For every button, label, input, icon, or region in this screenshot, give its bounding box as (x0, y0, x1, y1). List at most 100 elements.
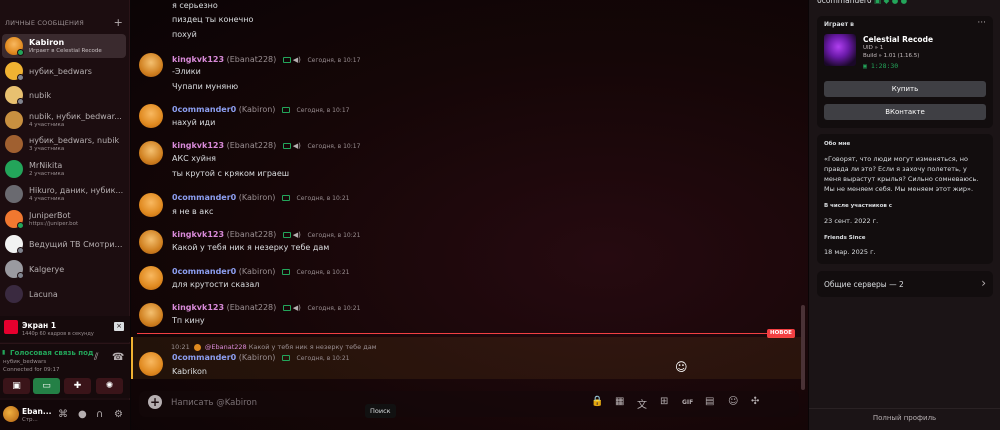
author-name[interactable]: 0commander0 (172, 267, 236, 276)
author-name[interactable]: kingkvk123 (172, 55, 224, 64)
calendar-icon[interactable]: ▦ (615, 396, 624, 407)
message-text: Kabrikon (172, 367, 207, 376)
dm-item[interactable]: MrNikita 2 участника (2, 157, 126, 181)
gift-icon[interactable]: ⊞ (660, 396, 668, 407)
dm-item[interactable]: nubik (2, 83, 126, 107)
dm-item-kabiron[interactable]: Kabiron Играет в Celestial Recode (2, 34, 126, 58)
profile-username: 0commander0 (817, 0, 872, 5)
activity-label: Играет в (824, 21, 854, 28)
author-name[interactable]: 0commander0 (172, 105, 236, 114)
message-text: АКС хуйня (172, 154, 216, 163)
noise-suppression-icon[interactable]: ⫽ (94, 352, 98, 363)
status-dot (17, 74, 24, 81)
apps-icon[interactable]: ✣ (751, 396, 759, 407)
attach-plus-icon[interactable]: + (148, 395, 162, 409)
author-avatar[interactable] (139, 141, 163, 165)
user-panel: Eban... Стр... ⌘ ● ∩ ⚙ (0, 400, 130, 430)
speaker-icon: ◀) (292, 304, 301, 312)
voice-channel: нубик_bedwars (3, 359, 47, 365)
author-avatar[interactable] (139, 104, 163, 128)
message-text: Чупапи муняню (172, 82, 239, 91)
dm-item[interactable]: Hikuro, даник, нубик... 4 участника (2, 182, 126, 206)
buy-button[interactable]: Купить (824, 81, 986, 97)
author-name[interactable]: 0commander0 (172, 193, 236, 202)
author-avatar[interactable] (139, 53, 163, 77)
member-since-value: 23 сент. 2022 г. (824, 217, 879, 225)
friends-since-label: Friends Since (824, 235, 866, 241)
author-name[interactable]: 0commander0 (172, 353, 236, 362)
dm-item[interactable]: JuniperBot https://juniper.bot (2, 207, 126, 231)
author-avatar[interactable] (139, 266, 163, 290)
author-avatar[interactable] (139, 303, 163, 327)
user-avatar[interactable] (3, 406, 19, 422)
settings-gear-icon[interactable]: ⚙ (114, 409, 123, 420)
camera-button[interactable]: ▣ (3, 378, 30, 394)
chat-scrollbar[interactable] (801, 305, 805, 390)
message-composer[interactable]: + Написать @Kabiron 🔒 ▦ 文 ⊞ GIF ▤ ☺ ✣ (139, 391, 799, 417)
streaming-icon (282, 231, 291, 238)
dm-item[interactable]: Lacuna (2, 282, 126, 306)
author-name[interactable]: kingkvk123 (172, 230, 224, 239)
dm-item[interactable]: nubik, нубик_bedwar... 4 участника (2, 108, 126, 132)
avatar (5, 285, 23, 303)
game-build: Build » 1.01 (1.16.5) (863, 53, 920, 59)
author-nick: (Ebanat228) (226, 55, 277, 64)
voice-info: нубик_bedwars Connected for 09:17 (3, 358, 93, 374)
gamepad-icon[interactable]: ⌘ (58, 409, 68, 420)
headphones-icon[interactable]: ∩ (96, 409, 103, 420)
dm-item[interactable]: нубик_bedwars (2, 59, 126, 83)
timestamp: Сегодня, в 10:21 (307, 305, 361, 312)
streaming-icon (282, 304, 291, 311)
activities-button[interactable]: ✚ (64, 378, 91, 394)
message-text: я не в акс (172, 207, 214, 216)
game-uid: UID » 1 (863, 45, 884, 51)
full-profile-button[interactable]: Полный профиль (809, 408, 1000, 422)
dm-subtext: https://juniper.bot (29, 221, 79, 227)
dm-item[interactable]: Ведущий ТВ Смотрит... (2, 232, 126, 256)
add-dm-icon[interactable]: + (114, 16, 123, 29)
search-tooltip: Поиск (365, 404, 396, 418)
elapsed-time: 1:28:30 (870, 62, 899, 70)
game-name: Celestial Recode (863, 35, 934, 44)
mutual-servers-row[interactable]: Общие серверы — 2 › (817, 271, 993, 297)
dm-name: нубик_bedwars, nubik (29, 136, 120, 145)
lock-icon[interactable]: 🔒 (591, 396, 603, 407)
dm-name: Lacuna (29, 290, 58, 299)
dm-name: Ведущий ТВ Смотрит... (29, 240, 125, 249)
microphone-icon[interactable]: ● (78, 409, 87, 420)
signal-icon[interactable]: ▮ (2, 349, 5, 356)
more-options-icon[interactable]: ··· (977, 18, 986, 28)
status-dot (17, 247, 24, 254)
dm-item[interactable]: Kalgerye (2, 257, 126, 281)
author-avatar[interactable] (139, 352, 163, 376)
soundboard-button[interactable]: ✺ (96, 378, 123, 394)
dm-item[interactable]: нубик_bedwars, nubik 3 участника (2, 132, 126, 156)
author-avatar[interactable] (139, 193, 163, 217)
share-screen-button[interactable]: ▭ (33, 378, 60, 394)
translate-icon[interactable]: 文 (637, 396, 647, 411)
message-text: пиздец ты конечно (172, 15, 254, 24)
author-nick: (Ebanat228) (226, 141, 277, 150)
message-header: kingkvk123 (Ebanat228) ◀) Сегодня, в 10:… (172, 303, 360, 312)
message-text: нахуй иди (172, 118, 216, 127)
sticker-icon[interactable]: ▤ (705, 396, 714, 407)
reply-reference[interactable]: 10:21 @Ebanat228 Какой у тебя ник я незе… (171, 343, 377, 351)
message-text: для крутости сказал (172, 280, 260, 289)
voice-status: Connected for 09:17 (3, 367, 60, 373)
composer-placeholder[interactable]: Написать @Kabiron (171, 398, 257, 408)
vk-button[interactable]: ВКонтакте (824, 104, 986, 120)
author-name[interactable]: kingkvk123 (172, 303, 224, 312)
profile-top: 0commander0 ▣ ◆ ● ● (817, 0, 907, 5)
stop-stream-icon[interactable]: × (114, 322, 124, 331)
message-text: Какой у тебя ник я незерку тебе дам (172, 243, 330, 252)
streaming-icon (281, 106, 290, 113)
dm-sidebar: ЛИЧНЫЕ СООБЩЕНИЯ + Kabiron Играет в Cele… (0, 0, 130, 430)
disconnect-icon[interactable]: ☎ (112, 352, 124, 363)
author-avatar[interactable] (139, 230, 163, 254)
emoji-icon[interactable]: ☺ (728, 396, 738, 407)
streaming-icon (282, 142, 291, 149)
gif-icon[interactable]: GIF (682, 399, 693, 406)
author-name[interactable]: kingkvk123 (172, 141, 224, 150)
screen-share-icon (4, 320, 18, 334)
speaker-icon: ◀) (292, 56, 301, 64)
